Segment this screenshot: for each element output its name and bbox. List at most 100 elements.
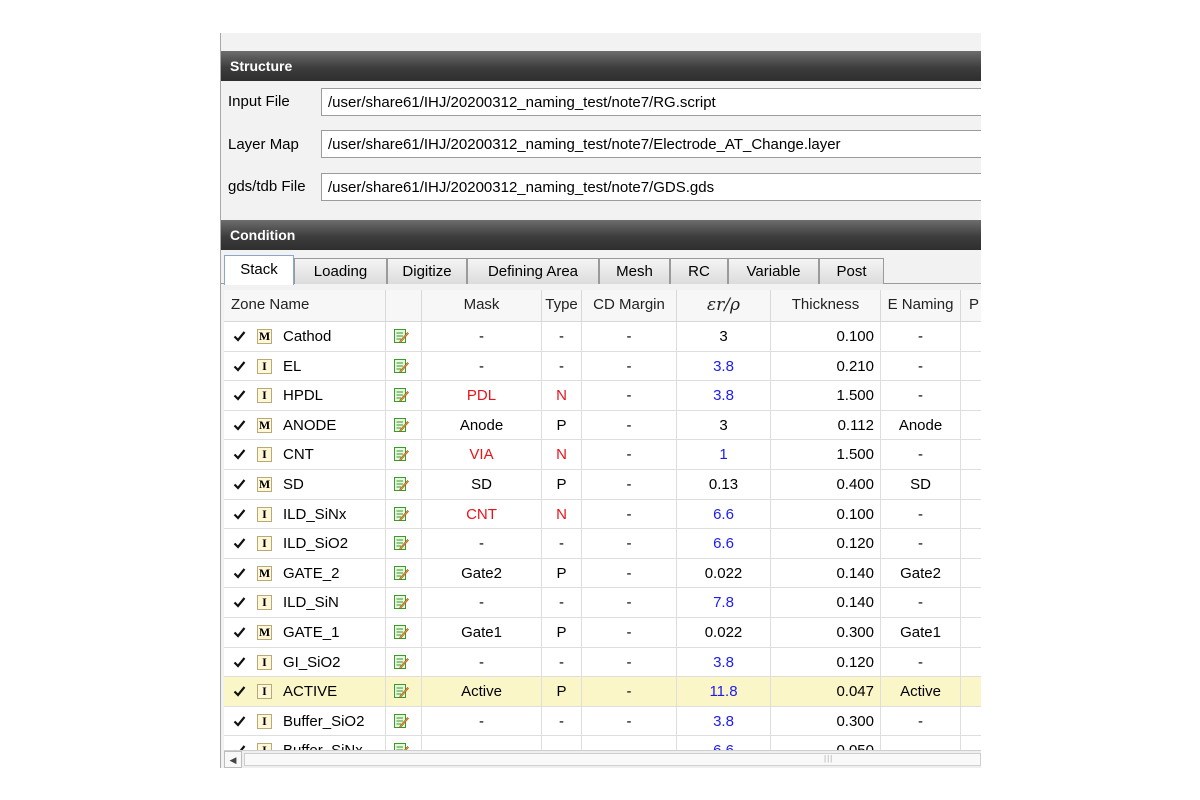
mask-cell[interactable]: CNT (422, 499, 542, 529)
edit-icon[interactable] (393, 417, 409, 433)
thk-cell[interactable]: 0.120 (771, 529, 881, 559)
input-file-field[interactable] (321, 88, 981, 116)
edit-icon[interactable] (393, 328, 409, 344)
en-cell[interactable]: - (881, 440, 961, 470)
er-cell[interactable]: 6.6 (677, 736, 771, 750)
tab-stack[interactable]: Stack (224, 255, 294, 285)
mask-cell[interactable]: Anode (422, 410, 542, 440)
table-row[interactable]: M GATE_1 Gate1 P -0.022 0.300 Gate1 (224, 618, 981, 648)
edit-icon[interactable] (393, 565, 409, 581)
col-cd-margin[interactable]: CD Margin (582, 290, 677, 321)
en-cell[interactable]: - (881, 499, 961, 529)
type-cell[interactable]: N (542, 381, 582, 411)
check-icon[interactable] (233, 626, 246, 639)
edit-icon[interactable] (393, 624, 409, 640)
check-icon[interactable] (233, 596, 246, 609)
thk-cell[interactable]: 0.300 (771, 706, 881, 736)
thk-cell[interactable]: 1.500 (771, 440, 881, 470)
tab-rc[interactable]: RC (670, 258, 728, 284)
type-cell[interactable]: P (542, 410, 582, 440)
er-cell[interactable]: 1 (677, 440, 771, 470)
er-cell[interactable]: 11.8 (677, 677, 771, 707)
type-cell[interactable]: - (542, 351, 582, 381)
edit-icon[interactable] (393, 654, 409, 670)
type-cell[interactable]: - (542, 529, 582, 559)
check-icon[interactable] (233, 360, 246, 373)
tab-loading[interactable]: Loading (294, 258, 387, 284)
thk-cell[interactable]: 0.140 (771, 558, 881, 588)
cd-cell[interactable]: - (582, 677, 677, 707)
cd-cell[interactable]: - (582, 706, 677, 736)
er-cell[interactable]: 3.8 (677, 706, 771, 736)
en-cell[interactable]: - (881, 529, 961, 559)
table-row[interactable]: I ILD_SiNx CNT N -6.6 0.100- (224, 499, 981, 530)
er-cell[interactable]: 7.8 (677, 588, 771, 618)
mask-cell[interactable]: - (422, 706, 542, 736)
mask-cell[interactable]: - (422, 736, 542, 750)
en-cell[interactable]: SD (881, 470, 961, 499)
table-row[interactable]: M GATE_2 Gate2 P -0.022 0.140 Gate2 (224, 558, 981, 589)
edit-icon[interactable] (393, 358, 409, 374)
table-row[interactable]: M SD SD P -0.13 0.400 SD (224, 470, 981, 500)
edit-icon[interactable] (393, 446, 409, 462)
thk-cell[interactable]: 0.210 (771, 351, 881, 381)
tab-defining-area[interactable]: Defining Area (467, 258, 599, 284)
edit-icon[interactable] (393, 683, 409, 699)
cd-cell[interactable]: - (582, 410, 677, 440)
thk-cell[interactable]: 0.100 (771, 499, 881, 529)
col-extra[interactable]: P (961, 290, 981, 321)
table-row[interactable]: I Buffer_SiO2- - -3.8 0.300- (224, 706, 981, 737)
en-cell[interactable]: Anode (881, 410, 961, 440)
thk-cell[interactable]: 0.140 (771, 588, 881, 618)
en-cell[interactable]: - (881, 381, 961, 411)
col-mask[interactable]: Mask (422, 290, 542, 321)
table-row[interactable]: I CNT VIA N -1 1.500- (224, 440, 981, 470)
mask-cell[interactable]: - (422, 351, 542, 381)
check-icon[interactable] (233, 508, 246, 521)
check-icon[interactable] (233, 448, 246, 461)
col-type[interactable]: Type (542, 290, 582, 321)
check-icon[interactable] (233, 330, 246, 343)
arrow-left-icon[interactable]: ◀ (224, 751, 242, 768)
check-icon[interactable] (233, 419, 246, 432)
er-cell[interactable]: 0.022 (677, 558, 771, 588)
table-row[interactable]: I ILD_SiO2- - -6.6 0.120- (224, 529, 981, 559)
er-cell[interactable]: 3 (677, 322, 771, 351)
cd-cell[interactable]: - (582, 322, 677, 351)
er-cell[interactable]: 3.8 (677, 351, 771, 381)
mask-cell[interactable]: - (422, 588, 542, 618)
edit-icon[interactable] (393, 742, 409, 750)
cd-cell[interactable]: - (582, 529, 677, 559)
tab-variable[interactable]: Variable (728, 258, 819, 284)
cd-cell[interactable]: - (582, 470, 677, 499)
mask-cell[interactable]: PDL (422, 381, 542, 411)
horizontal-scrollbar[interactable]: ◀ ||| (224, 750, 981, 768)
table-row[interactable]: M Cathod - - -3 0.100- (224, 322, 981, 352)
table-row[interactable]: I GI_SiO2- - -3.8 0.120- (224, 647, 981, 678)
mask-cell[interactable]: - (422, 647, 542, 677)
tab-digitize[interactable]: Digitize (387, 258, 467, 284)
table-row[interactable]: I ACTIVE Active P -11.8 0.047 Active (224, 677, 981, 707)
type-cell[interactable]: P (542, 470, 582, 499)
er-cell[interactable]: 3.8 (677, 647, 771, 677)
cd-cell[interactable]: - (582, 647, 677, 677)
en-cell[interactable]: Gate2 (881, 558, 961, 588)
type-cell[interactable]: P (542, 677, 582, 707)
table-row[interactable]: I HPDL PDL N -3.8 1.500- (224, 381, 981, 411)
cd-cell[interactable]: - (582, 558, 677, 588)
edit-icon[interactable] (393, 713, 409, 729)
mask-cell[interactable]: Active (422, 677, 542, 707)
layer-map-field[interactable] (321, 130, 981, 158)
type-cell[interactable]: - (542, 706, 582, 736)
check-icon[interactable] (233, 567, 246, 580)
thk-cell[interactable]: 0.050 (771, 736, 881, 750)
tab-post[interactable]: Post (819, 258, 884, 284)
mask-cell[interactable]: - (422, 529, 542, 559)
type-cell[interactable]: - (542, 736, 582, 750)
en-cell[interactable]: - (881, 706, 961, 736)
thk-cell[interactable]: 1.500 (771, 381, 881, 411)
er-cell[interactable]: 0.022 (677, 618, 771, 647)
mask-cell[interactable]: Gate2 (422, 558, 542, 588)
thk-cell[interactable]: 0.300 (771, 618, 881, 647)
check-icon[interactable] (233, 715, 246, 728)
